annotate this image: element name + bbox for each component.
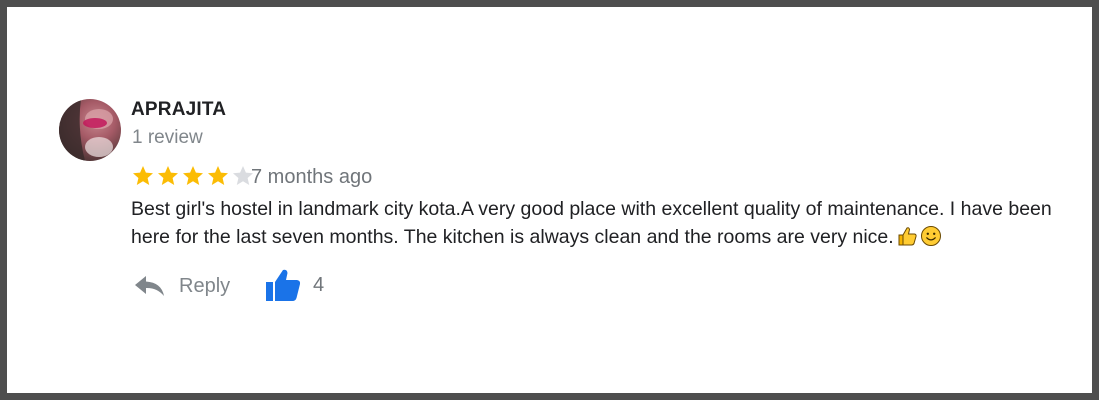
star-filled-icon (158, 166, 178, 185)
reply-button[interactable]: Reply (134, 271, 230, 301)
reviewer-review-count: 1 review (132, 127, 203, 148)
like-button[interactable]: 4 (265, 267, 324, 303)
thumbs-up-icon (266, 269, 301, 301)
review-card: APRAJITA 1 review 7 months ago Best girl… (7, 7, 1092, 393)
star-filled-icon (183, 166, 203, 185)
star-filled-icon (133, 166, 153, 185)
reviewer-name[interactable]: APRAJITA (131, 99, 226, 121)
smiling-face-emoji (920, 225, 942, 255)
review-text: Best girl's hostel in landmark city kota… (131, 195, 1061, 255)
avatar-photo-icon (59, 99, 113, 161)
reply-label: Reply (179, 274, 231, 297)
star-filled-icon (208, 166, 228, 185)
thumbs-up-emoji (896, 225, 918, 255)
star-rating (131, 164, 255, 188)
reply-arrow-icon (135, 276, 164, 296)
review-timestamp: 7 months ago (251, 166, 373, 188)
like-count: 4 (313, 273, 325, 296)
reviewer-avatar[interactable] (59, 99, 121, 161)
